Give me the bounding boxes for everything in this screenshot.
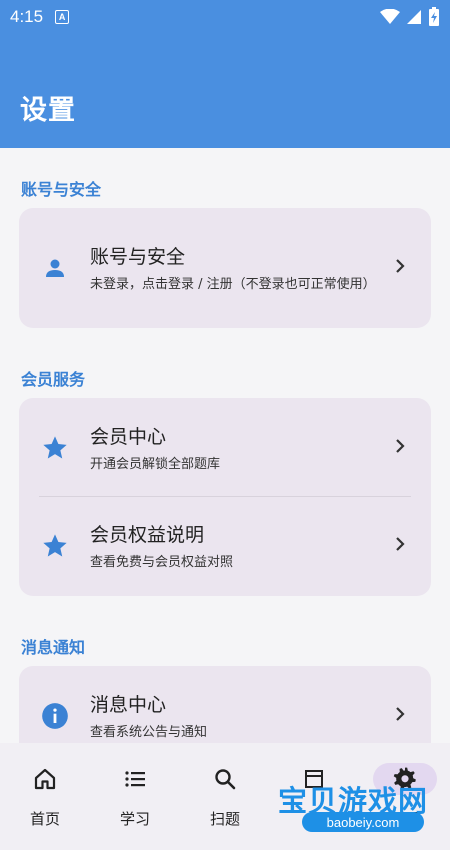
wifi-icon bbox=[380, 9, 400, 24]
card-membership: 会员中心 开通会员解锁全部题库 会员权益说明 查看免费与会员权益对照 bbox=[19, 398, 431, 596]
nav-label: 首页 bbox=[29, 810, 60, 828]
row-title: 会员权益说明 bbox=[90, 523, 205, 546]
person-icon bbox=[39, 252, 71, 284]
row-subtitle: 未登录，点击登录 / 注册（不登录也可正常使用） bbox=[90, 276, 376, 292]
row-subtitle: 查看系统公告与通知 bbox=[90, 724, 208, 740]
chevron-right-icon bbox=[395, 536, 405, 556]
section-header-membership: 会员服务 bbox=[21, 370, 86, 389]
chevron-right-icon bbox=[395, 706, 405, 726]
chevron-right-icon bbox=[395, 258, 405, 278]
nav-label: 学习 bbox=[119, 810, 150, 828]
home-icon bbox=[13, 763, 77, 795]
row-title: 账号与安全 bbox=[90, 245, 186, 268]
app-bar: 4:15 A 设置 bbox=[0, 0, 450, 148]
settings-row-member-benefits[interactable]: 会员权益说明 查看免费与会员权益对照 bbox=[19, 496, 431, 596]
page-title: 设置 bbox=[20, 95, 76, 126]
nav-label: 扫题 bbox=[209, 810, 240, 828]
nav-item-home[interactable]: 首页 bbox=[0, 743, 90, 850]
star-icon bbox=[39, 530, 71, 562]
row-subtitle: 开通会员解锁全部题库 bbox=[90, 456, 221, 472]
search-icon bbox=[193, 763, 257, 795]
list-icon bbox=[103, 763, 167, 795]
chevron-right-icon bbox=[395, 438, 405, 458]
card-notifications: 消息中心 查看系统公告与通知 bbox=[19, 666, 431, 743]
settings-row-account-security[interactable]: 账号与安全 未登录，点击登录 / 注册（不登录也可正常使用） bbox=[19, 208, 431, 328]
settings-row-member-center[interactable]: 会员中心 开通会员解锁全部题库 bbox=[19, 398, 431, 498]
watermark-url: baobeiy.com bbox=[302, 812, 424, 832]
section-header-account: 账号与安全 bbox=[21, 180, 102, 199]
notification-a-icon: A bbox=[55, 10, 70, 24]
nav-item-scan[interactable]: 扫题 bbox=[180, 743, 270, 850]
card-account: 账号与安全 未登录，点击登录 / 注册（不登录也可正常使用） bbox=[19, 208, 431, 328]
signal-icon bbox=[407, 10, 421, 24]
nav-item-study[interactable]: 学习 bbox=[90, 743, 180, 850]
info-icon bbox=[39, 700, 71, 732]
settings-row-message-center[interactable]: 消息中心 查看系统公告与通知 bbox=[19, 666, 431, 743]
row-title: 消息中心 bbox=[90, 693, 167, 716]
watermark: 宝贝游戏网 baobeiy.com bbox=[275, 760, 450, 840]
row-title: 会员中心 bbox=[90, 425, 167, 448]
row-subtitle: 查看免费与会员权益对照 bbox=[90, 554, 234, 570]
status-bar: 4:15 A bbox=[0, 0, 450, 34]
star-icon bbox=[39, 432, 71, 464]
section-header-notifications: 消息通知 bbox=[21, 638, 86, 657]
status-time: 4:15 bbox=[10, 7, 44, 26]
settings-content[interactable]: 账号与安全 账号与安全 未登录，点击登录 / 注册（不登录也可正常使用） 会员服… bbox=[0, 148, 450, 743]
battery-icon bbox=[429, 7, 439, 26]
